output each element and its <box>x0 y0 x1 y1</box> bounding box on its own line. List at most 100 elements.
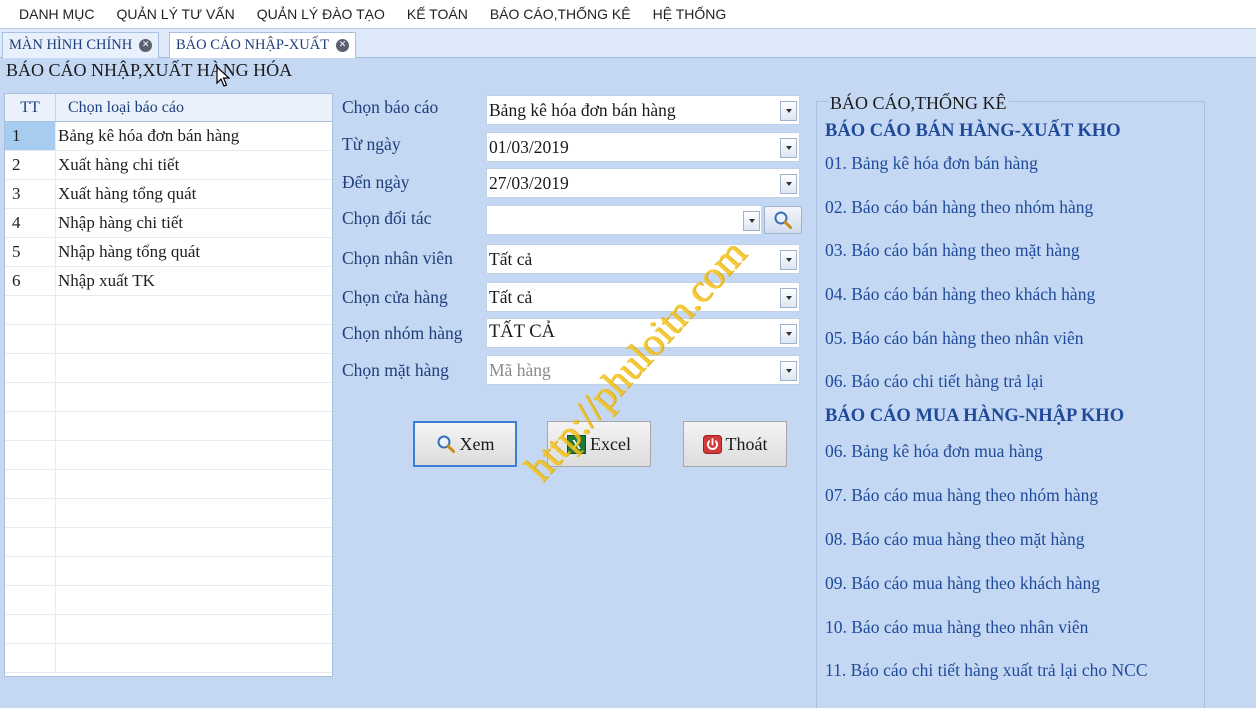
section-purchase-reports: BÁO CÁO MUA HÀNG-NHẬP KHO <box>825 406 1125 426</box>
employee-select[interactable]: Tất cả <box>486 244 800 274</box>
column-header-report-type[interactable]: Chọn loại báo cáo <box>56 94 332 121</box>
exit-button[interactable]: Thoát <box>683 421 787 467</box>
empty-row <box>5 441 332 470</box>
tab-man-hinh-chinh[interactable]: MÀN HÌNH CHÍNH ✕ <box>2 32 160 58</box>
report-link-sales-05[interactable]: 05. Báo cáo bán hàng theo nhân viên <box>825 328 1084 349</box>
magnifier-icon <box>436 434 456 454</box>
product-select-placeholder: Mã hàng <box>489 360 551 380</box>
chevron-down-icon[interactable] <box>780 324 797 344</box>
close-icon[interactable]: ✕ <box>139 39 153 52</box>
grid-header: TT Chọn loại báo cáo <box>5 94 332 122</box>
report-link-sales-01[interactable]: 01. Bảng kê hóa đơn bán hàng <box>825 153 1038 174</box>
report-link-purchase-07[interactable]: 07. Báo cáo mua hàng theo nhóm hàng <box>825 485 1098 506</box>
chevron-down-icon[interactable] <box>780 101 797 121</box>
report-panel-title: BÁO CÁO,THỐNG KÊ <box>828 93 1009 114</box>
store-select[interactable]: Tất cả <box>486 282 800 312</box>
empty-row <box>5 557 332 586</box>
excel-button[interactable]: X Excel <box>547 421 651 467</box>
partner-select[interactable] <box>486 205 762 235</box>
chevron-down-icon[interactable] <box>780 174 797 194</box>
menu-ke-toan[interactable]: KẾ TOÁN <box>396 0 479 28</box>
empty-row <box>5 470 332 499</box>
menu-quan-ly-tu-van[interactable]: QUẢN LÝ TƯ VẤN <box>105 0 245 28</box>
chevron-down-icon[interactable] <box>780 288 797 308</box>
from-date-picker[interactable]: 01/03/2019 <box>486 132 800 162</box>
product-group-select[interactable]: TẤT CẢ <box>486 318 800 348</box>
empty-row <box>5 412 332 441</box>
column-header-tt[interactable]: TT <box>5 94 56 121</box>
report-select[interactable]: Bảng kê hóa đơn bán hàng <box>486 95 800 125</box>
menu-bao-cao-thong-ke[interactable]: BÁO CÁO,THỐNG KÊ <box>479 0 642 28</box>
report-link-purchase-11[interactable]: 11. Báo cáo chi tiết hàng xuất trả lại c… <box>825 660 1148 681</box>
table-row[interactable]: 6 Nhập xuất TK <box>5 267 332 296</box>
label-chon-bao-cao: Chọn báo cáo <box>342 97 439 117</box>
exit-button-label: Thoát <box>725 433 768 454</box>
close-icon[interactable]: ✕ <box>336 39 350 52</box>
from-date-value: 01/03/2019 <box>489 137 569 157</box>
tab-bao-cao-nhap-xuat[interactable]: BÁO CÁO NHẬP-XUẤT ✕ <box>169 32 357 58</box>
table-row[interactable]: 4 Nhập hàng chi tiết <box>5 209 332 238</box>
report-link-sales-02[interactable]: 02. Báo cáo bán hàng theo nhóm hàng <box>825 197 1093 218</box>
view-button-label: Xem <box>459 433 495 454</box>
chevron-down-icon[interactable] <box>743 211 760 231</box>
report-link-purchase-06[interactable]: 06. Bảng kê hóa đơn mua hàng <box>825 441 1043 462</box>
report-link-purchase-09[interactable]: 09. Báo cáo mua hàng theo khách hàng <box>825 573 1100 594</box>
report-link-purchase-10[interactable]: 10. Báo cáo mua hàng theo nhân viên <box>825 617 1088 638</box>
report-link-sales-06[interactable]: 06. Báo cáo chi tiết hàng trả lại <box>825 371 1044 392</box>
label-chon-doi-tac: Chọn đối tác <box>342 208 432 228</box>
cell-report-name: Xuất hàng tổng quát <box>58 184 197 203</box>
section-sales-reports: BÁO CÁO BÁN HÀNG-XUẤT KHO <box>825 121 1121 141</box>
tab-strip: MÀN HÌNH CHÍNH ✕ BÁO CÁO NHẬP-XUẤT ✕ <box>0 28 1256 58</box>
product-select[interactable]: Mã hàng <box>486 355 800 385</box>
cell-tt: 4 <box>5 209 56 237</box>
table-row[interactable]: 1 Bảng kê hóa đơn bán hàng <box>5 122 332 151</box>
search-icon <box>774 211 792 229</box>
menu-he-thong[interactable]: HỆ THỐNG <box>642 0 738 28</box>
cell-report-name: Nhập hàng tổng quát <box>58 242 201 261</box>
cell-report-name: Nhập hàng chi tiết <box>58 213 184 232</box>
menu-bar: DANH MỤC QUẢN LÝ TƯ VẤN QUẢN LÝ ĐÀO TẠO … <box>0 0 1256 28</box>
page-title: BÁO CÁO NHẬP,XUẤT HÀNG HÓA <box>6 60 293 80</box>
chevron-down-icon[interactable] <box>780 361 797 381</box>
report-link-sales-03[interactable]: 03. Báo cáo bán hàng theo mặt hàng <box>825 240 1080 261</box>
mouse-cursor-icon <box>216 66 230 87</box>
menu-quan-ly-dao-tao[interactable]: QUẢN LÝ ĐÀO TẠO <box>246 0 396 28</box>
empty-row <box>5 325 332 354</box>
store-select-value: Tất cả <box>489 287 533 307</box>
chevron-down-icon[interactable] <box>780 250 797 270</box>
empty-row <box>5 644 332 673</box>
report-select-value: Bảng kê hóa đơn bán hàng <box>489 100 676 120</box>
report-type-grid: TT Chọn loại báo cáo 1 Bảng kê hóa đơn b… <box>4 93 333 677</box>
label-chon-cua-hang: Chọn cửa hàng <box>342 287 448 307</box>
empty-row <box>5 528 332 557</box>
table-row[interactable]: 3 Xuất hàng tổng quát <box>5 180 332 209</box>
label-chon-nhan-vien: Chọn nhân viên <box>342 248 453 268</box>
table-row[interactable]: 5 Nhập hàng tổng quát <box>5 238 332 267</box>
empty-row <box>5 586 332 615</box>
view-button[interactable]: Xem <box>413 421 517 467</box>
to-date-picker[interactable]: 27/03/2019 <box>486 168 800 198</box>
label-tu-ngay: Từ ngày <box>342 134 401 154</box>
partner-search-button[interactable] <box>764 206 802 234</box>
empty-row <box>5 615 332 644</box>
cell-tt: 3 <box>5 180 56 208</box>
empty-row <box>5 499 332 528</box>
label-chon-mat-hang: Chọn mặt hàng <box>342 360 449 380</box>
cell-report-name: Nhập xuất TK <box>58 271 155 290</box>
report-link-purchase-08[interactable]: 08. Báo cáo mua hàng theo mặt hàng <box>825 529 1085 550</box>
cell-tt: 2 <box>5 151 56 179</box>
product-group-value: TẤT CẢ <box>489 322 555 342</box>
cell-report-name: Xuất hàng chi tiết <box>58 155 180 174</box>
chevron-down-icon[interactable] <box>780 138 797 158</box>
menu-danh-muc[interactable]: DANH MỤC <box>8 0 105 28</box>
cell-tt: 6 <box>5 267 56 295</box>
empty-row <box>5 354 332 383</box>
excel-icon: X <box>567 434 586 454</box>
excel-button-label: Excel <box>590 433 631 454</box>
label-den-ngay: Đến ngày <box>342 172 410 192</box>
report-link-sales-04[interactable]: 04. Báo cáo bán hàng theo khách hàng <box>825 284 1095 305</box>
power-icon <box>702 434 722 454</box>
label-chon-nhom-hang: Chọn nhóm hàng <box>342 323 463 343</box>
table-row[interactable]: 2 Xuất hàng chi tiết <box>5 151 332 180</box>
tab-label: MÀN HÌNH CHÍNH <box>9 37 133 53</box>
